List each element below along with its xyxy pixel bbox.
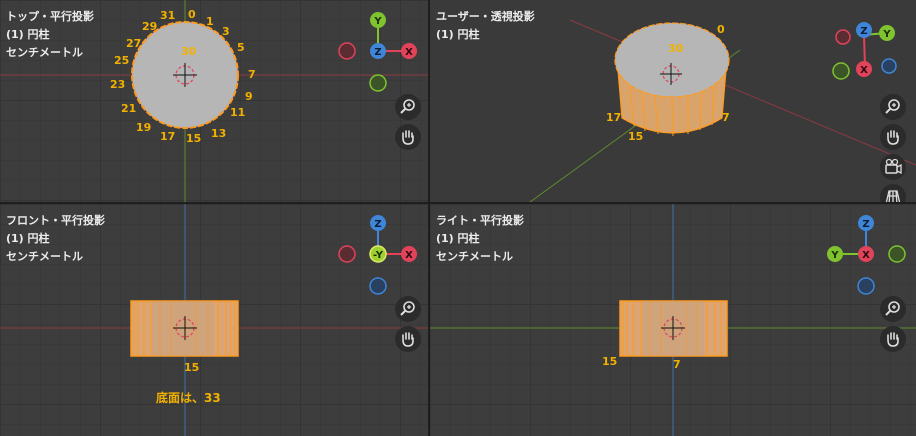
gizmo-x-label: X [405, 250, 413, 261]
gizmo-z-label: Z [374, 47, 381, 58]
hand-pan-icon [402, 130, 414, 145]
vertex-label-0: 0 [717, 23, 725, 36]
vertex-label-30: 30 [181, 45, 197, 58]
hand-pan-icon [887, 332, 899, 347]
zoom-icon [885, 99, 900, 114]
perspective-toggle-button[interactable] [880, 184, 906, 202]
vertex-label-11: 11 [230, 106, 245, 119]
vertex-label-13: 13 [211, 127, 226, 140]
zoom-button[interactable] [880, 94, 906, 120]
annotation-note: 底面は、33 [156, 391, 221, 405]
vertex-label-9: 9 [245, 90, 253, 103]
vertex-label-5: 5 [237, 41, 245, 54]
view-name: トップ・平行投影 [6, 10, 94, 23]
vertex-label-1: 1 [206, 15, 214, 28]
gizmo-z-label: Z [374, 219, 381, 230]
viewport-divider-horizontal[interactable] [0, 202, 916, 204]
unit-name: センチメートル [6, 250, 83, 263]
viewport-top[interactable]: 31 0 1 29 3 27 5 25 7 23 9 21 11 19 17 1… [0, 0, 428, 202]
vertex-label-31: 31 [160, 9, 175, 22]
viewport-info-top: トップ・平行投影 (1) 円柱 センチメートル [6, 8, 94, 62]
view-name: ライト・平行投影 [436, 214, 524, 227]
pan-button[interactable] [395, 124, 421, 150]
viewport-front[interactable]: 15 X Z -Y フロント・平行投影 (1) 円柱 センチメートル 底面は、3… [0, 204, 428, 436]
unit-name: センチメートル [6, 46, 83, 59]
zoom-button[interactable] [880, 296, 906, 322]
vertex-label-23: 23 [110, 78, 125, 91]
object-name: (1) 円柱 [436, 28, 480, 41]
camera-icon [885, 158, 902, 175]
gizmo-y-label: Y [830, 250, 839, 261]
object-name: (1) 円柱 [6, 28, 50, 41]
viewport-info-right: ライト・平行投影 (1) 円柱 センチメートル [436, 212, 524, 266]
hand-pan-icon [402, 332, 414, 347]
vertex-label-15: 15 [628, 130, 643, 143]
grid-view-icon [885, 190, 901, 202]
pan-button[interactable] [880, 326, 906, 352]
vertex-label-7: 7 [248, 68, 256, 81]
gizmo-z-label: Z [862, 219, 869, 230]
camera-view-button[interactable] [880, 154, 906, 180]
axis-gizmo-front[interactable]: X Z -Y [338, 215, 417, 295]
viewport-info-user: ユーザー・透視投影 (1) 円柱 [436, 8, 535, 44]
vertex-label-30: 30 [668, 42, 684, 55]
vertex-label-0: 0 [188, 8, 196, 21]
vertex-label-21: 21 [121, 102, 136, 115]
view-name: ユーザー・透視投影 [436, 10, 535, 23]
zoom-button[interactable] [395, 296, 421, 322]
zoom-icon [400, 99, 415, 114]
vertex-label-29: 29 [142, 20, 157, 33]
vertex-label-7: 7 [722, 111, 730, 124]
object-name: (1) 円柱 [6, 232, 50, 245]
vertex-label-3: 3 [222, 25, 230, 38]
vertex-label-17: 17 [160, 130, 175, 143]
pan-button[interactable] [395, 326, 421, 352]
vertex-label-17: 17 [606, 111, 621, 124]
vertex-label-7: 7 [673, 358, 681, 371]
axis-gizmo-user[interactable]: X Y Z [832, 22, 897, 80]
vertex-label-25: 25 [114, 54, 129, 67]
viewport-right[interactable]: 15 7 Y Z X ライト・平行投影 (1) 円柱 センチメートル [430, 204, 916, 436]
cylinder-mesh[interactable] [614, 22, 730, 137]
axis-gizmo-right[interactable]: Y Z X [827, 215, 906, 295]
gizmo-y-label: Y [882, 29, 891, 40]
zoom-button[interactable] [395, 94, 421, 120]
vertex-label-15: 15 [184, 361, 199, 374]
gizmo-y-label: Y [373, 16, 382, 27]
hand-pan-icon [887, 130, 899, 145]
object-name: (1) 円柱 [436, 232, 480, 245]
zoom-icon [400, 301, 415, 316]
gizmo-x-label: X [860, 65, 868, 76]
viewport-info-front: フロント・平行投影 (1) 円柱 センチメートル [6, 212, 105, 266]
viewport-divider-vertical[interactable] [428, 0, 430, 436]
zoom-icon [885, 301, 900, 316]
vertex-label-15: 15 [186, 132, 201, 145]
axis-gizmo-top[interactable]: X Y Z [338, 12, 417, 92]
gizmo-z-label: Z [860, 26, 867, 37]
viewport-user-perspective[interactable]: 30 0 17 15 7 X Y Z ユーザー・透視投影 (1) 円柱 [430, 0, 916, 202]
vertex-label-15: 15 [602, 355, 617, 368]
view-name: フロント・平行投影 [6, 214, 105, 227]
vertex-label-27: 27 [126, 37, 141, 50]
gizmo-neg-y-label: -Y [373, 250, 384, 261]
gizmo-x-label: X [405, 47, 413, 58]
pan-button[interactable] [880, 124, 906, 150]
gizmo-x-label: X [862, 250, 870, 261]
unit-name: センチメートル [436, 250, 513, 263]
vertex-label-19: 19 [136, 121, 151, 134]
